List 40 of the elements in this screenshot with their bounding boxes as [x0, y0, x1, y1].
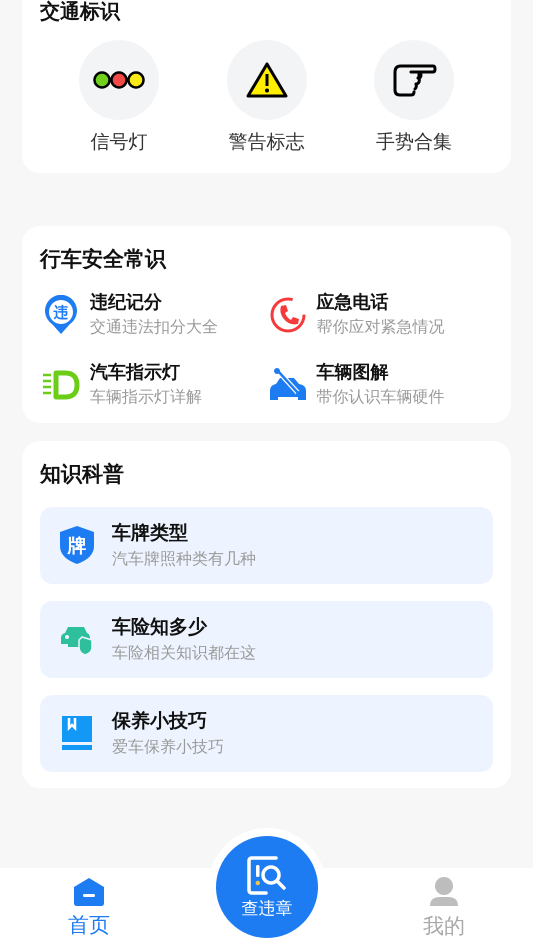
check-violations-button[interactable]: 查违章 — [216, 836, 318, 938]
headlight-icon — [41, 368, 81, 402]
search-icon — [246, 855, 288, 895]
item-subtitle: 车险相关知识都在这 — [112, 642, 256, 664]
phone-icon — [268, 296, 306, 334]
pointing-hand-icon — [391, 62, 437, 98]
item-subtitle: 爱车保养小技巧 — [112, 736, 224, 758]
item-subtitle: 帮你应对紧急情况 — [316, 316, 444, 338]
item-subtitle: 汽车牌照种类有几种 — [112, 548, 256, 570]
item-title: 保养小技巧 — [112, 709, 208, 734]
book-icon — [61, 715, 93, 751]
item-title: 应急电话 — [316, 291, 390, 315]
safety-item[interactable]: 车辆图解 带你认识车辆硬件 — [266, 361, 493, 409]
safety-item[interactable]: 应急电话 帮你应对紧急情况 — [266, 291, 493, 339]
section-title: 行车安全常识 — [40, 246, 168, 272]
sign-category[interactable]: 手势合集 — [369, 40, 459, 156]
sign-category[interactable]: 信号灯 — [74, 40, 164, 156]
safety-item[interactable]: 汽车指示灯 车辆指示灯详解 — [40, 361, 266, 409]
item-subtitle: 车辆指示灯详解 — [90, 386, 202, 408]
item-title: 车辆图解 — [316, 361, 390, 385]
nav-tab[interactable]: 首页 — [29, 877, 149, 939]
knowledge-item[interactable]: 车险知多少 车险相关知识都在这 — [40, 600, 493, 678]
person-icon — [428, 876, 460, 908]
shield-icon: 牌 — [58, 524, 96, 566]
item-title: 车险知多少 — [112, 615, 208, 640]
item-title: 汽车指示灯 — [90, 361, 181, 385]
warning-icon — [244, 61, 288, 99]
knowledge-item[interactable]: 牌 车牌类型 汽车牌照种类有几种 — [40, 506, 493, 584]
item-title: 车牌类型 — [112, 521, 189, 546]
item-title: 违纪记分 — [90, 291, 163, 315]
traffic-light-icon — [93, 70, 145, 90]
safety-item[interactable]: 违 违纪记分 交通违法扣分大全 — [40, 291, 266, 339]
home-icon — [73, 877, 105, 907]
item-subtitle: 带你认识车辆硬件 — [316, 386, 444, 408]
knowledge-item[interactable]: 保养小技巧 爱车保养小技巧 — [40, 694, 493, 772]
section-title: 交通标识 — [40, 0, 122, 22]
item-subtitle: 交通违法扣分大全 — [90, 316, 218, 338]
section-title: 知识科普 — [40, 461, 125, 488]
location-pin-icon: 违 — [43, 295, 79, 335]
sign-category[interactable]: 警告标志 — [222, 40, 312, 156]
